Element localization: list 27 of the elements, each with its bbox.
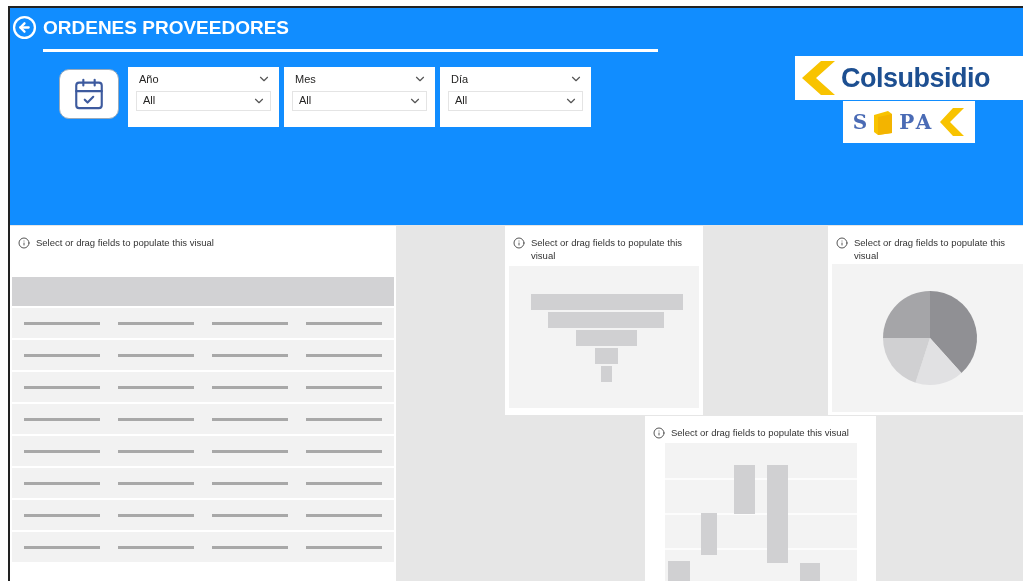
slicer-dropdown[interactable]: All xyxy=(448,90,583,111)
info-icon xyxy=(18,237,30,249)
empty-visual-message: Select or drag fields to populate this visual xyxy=(36,236,214,249)
back-icon[interactable] xyxy=(12,15,37,40)
empty-visual-message: Select or drag fields to populate this visual xyxy=(671,426,849,439)
visual-card[interactable]: Select or drag fields to populate this visual xyxy=(505,226,703,415)
cube-icon xyxy=(872,109,895,135)
info-icon xyxy=(836,237,848,249)
visual-card[interactable]: Select or drag fields to populate this visual xyxy=(645,416,876,581)
empty-visual-message: Select or drag fields to populate this visual xyxy=(531,236,684,262)
logo-wordmark: Colsubsidio xyxy=(841,64,990,92)
slicer-dropdown[interactable]: All xyxy=(292,90,427,111)
slicer-dropdown[interactable]: All xyxy=(136,90,271,111)
logo-letter: S xyxy=(852,109,868,136)
calendar-button[interactable] xyxy=(59,69,119,119)
slicer-label: Año xyxy=(139,72,159,87)
slicer-label: Mes xyxy=(295,72,316,87)
calendar-icon xyxy=(72,77,106,111)
info-icon xyxy=(513,237,525,249)
info-icon xyxy=(653,427,665,439)
visual-card[interactable]: Select or drag fields to populate this visual xyxy=(828,226,1023,415)
slicer-label: Día xyxy=(451,72,469,87)
empty-visual-message: Select or drag fields to populate this visual xyxy=(854,236,1007,262)
chevron-logo-icon xyxy=(939,107,966,137)
page-title: ORDENES PROVEEDORES xyxy=(43,18,289,37)
logo-letters: PA xyxy=(899,109,935,136)
visual-card[interactable]: Select or drag fields to populate this visual xyxy=(10,226,396,581)
